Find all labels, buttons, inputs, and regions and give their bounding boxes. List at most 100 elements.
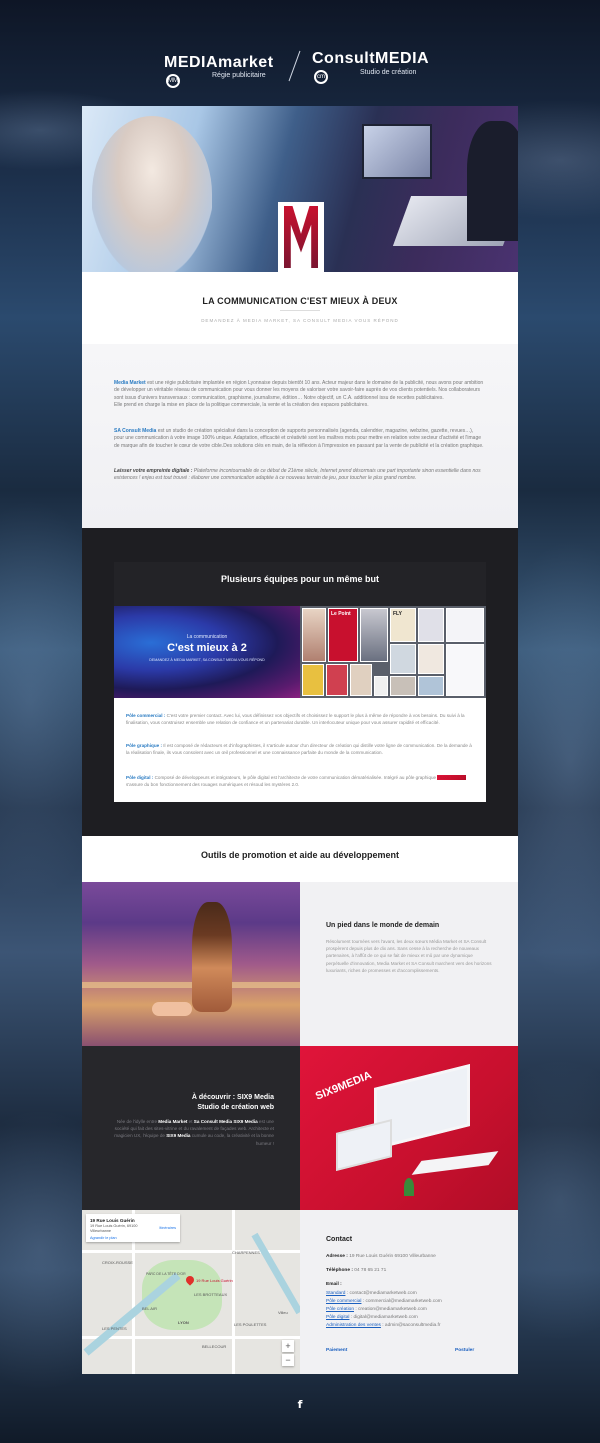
six9-devices-image: SIX9MEDIA (300, 1046, 518, 1210)
mediamarket-logo[interactable]: MEDIAmarket MM Régie publicitaire (164, 54, 284, 88)
photo-hand (152, 1002, 192, 1016)
payment-link[interactable]: Paiement (326, 1348, 347, 1353)
email-creation[interactable]: Pôle création : creation@mediamarketweb.… (326, 1307, 427, 1312)
pole-graphique-label: Pôle graphique : (126, 743, 162, 748)
banner-small-text: La communication (186, 634, 228, 640)
teams-title: Plusieurs équipes pour un même but (220, 574, 380, 584)
title-underline (280, 310, 320, 311)
map-label: BEL AIR (142, 1306, 157, 1311)
future-block: Un pied dans le monde de demain Résolume… (300, 882, 518, 1046)
pole-digital: Pôle digital : Composé de développeurs e… (126, 775, 467, 788)
magazine-title: FLY (393, 611, 402, 617)
magazine-cover (302, 664, 324, 696)
consultmedia-logo[interactable]: ConsultMEDIA cm Studio de création (312, 50, 442, 84)
map-label: CHARPENNES (232, 1250, 260, 1255)
hero-image (82, 106, 518, 272)
map-address: 19 Rue Louis Guérin, 69100 Villeurbanne (90, 1224, 138, 1233)
map-enlarge-link[interactable]: Agrandir le plan (90, 1236, 117, 1240)
six9-logo: SIX9MEDIA (313, 1069, 374, 1103)
contact-email-label: Email : (326, 1282, 342, 1287)
intro-subtitle: DEMANDEZ À MEDIA MARKET, SA CONSULT MEDI… (201, 318, 399, 323)
magazine-cover (390, 676, 416, 696)
magazine-cover (326, 664, 348, 696)
keyboard-illustration (411, 1151, 499, 1175)
pole-digital-label: Pôle digital : (126, 775, 154, 780)
apply-link[interactable]: Postuler (455, 1348, 474, 1353)
map-label: LYON (178, 1320, 189, 1325)
map-embed[interactable]: 19 Rue Louis Guérin 19 Rue Louis Guérin,… (82, 1210, 300, 1374)
magazine-cover (418, 644, 444, 674)
future-text: Résolument tournées vers l'avant, les de… (326, 939, 492, 973)
six9-title: À découvrir : SIX9 Media (191, 1094, 274, 1101)
promo-title: Outils de promotion et aide au développe… (200, 850, 400, 860)
magazine-cover (418, 608, 444, 642)
zoom-in-button[interactable]: + (282, 1340, 294, 1352)
six9-subtitle: Studio de création web (197, 1104, 274, 1111)
plant-illustration (404, 1178, 414, 1196)
photo-railing (82, 982, 300, 988)
intro-paragraph-consultmedia: SA Consult Media est un studio de créati… (114, 428, 484, 449)
consultmedia-tagline: Studio de création (360, 69, 417, 76)
intro-section: LA COMMUNICATION C'EST MIEUX À DEUX DEMA… (82, 272, 518, 528)
map-label: PARC DE LA TÊTE D'OR (146, 1272, 186, 1276)
contact-title: Contact (326, 1236, 353, 1243)
map-directions-link[interactable]: Itinéraires (159, 1226, 176, 1230)
contact-block: Contact Adresse : 19 Rue Louis Guérin 69… (300, 1210, 518, 1374)
travel-photo (82, 882, 300, 1046)
banner-big-text: C'est mieux à 2 (167, 642, 247, 654)
email-digital[interactable]: Pôle digital : digital@mediamarketweb.co… (326, 1315, 418, 1320)
email-standard[interactable]: Standard : contact@mediamarketweb.com (326, 1291, 417, 1296)
magazine-cover (374, 676, 388, 696)
future-title: Un pied dans le monde de demain (326, 922, 440, 929)
photo-girl (192, 902, 232, 1012)
contact-phone: Téléphone : 04 78 65 21 71 (326, 1268, 387, 1273)
magazine-cover (446, 608, 484, 642)
map-label: BELLECOUR (202, 1344, 227, 1349)
consultmedia-logo-text: ConsultMEDIA (312, 50, 430, 67)
magazine-cover: FLY (390, 608, 416, 642)
map-label: CROIX-ROUSSE (102, 1260, 133, 1265)
mediamarket-logo-icon: MM (166, 73, 180, 88)
magazine-cover (390, 644, 416, 674)
intro-paragraph-digital: Laisser votre empreinte digitale : Plate… (114, 468, 481, 482)
email-administration[interactable]: Administration des ventes : admin@sacons… (326, 1323, 440, 1328)
magazine-cover: Le Point (328, 608, 358, 662)
promo-header: Outils de promotion et aide au développe… (82, 836, 518, 882)
map-label: LES BROTTEAUX (194, 1292, 228, 1297)
communication-banner: La communication C'est mieux à 2 DEMANDE… (114, 606, 300, 698)
digital-lead: Laisser votre empreinte digitale : (114, 468, 193, 474)
map-river (251, 1232, 300, 1315)
map-place-name: 19 Rue Louis Guérin (90, 1218, 135, 1223)
mediamarket-tagline: Régie publicitaire (212, 72, 266, 79)
pole-commercial: Pôle commercial : C'est votre premier co… (126, 713, 465, 726)
banner-tagline: DEMANDEZ À MEDIA MARKET, SA CONSULT MEDI… (149, 658, 265, 662)
six9-text: Née de l'idylle entre Media Market et Sa… (114, 1119, 274, 1146)
map-info-card: 19 Rue Louis Guérin 19 Rue Louis Guérin,… (86, 1214, 180, 1242)
contact-address: Adresse : 19 Rue Louis Guérin 69100 Vill… (326, 1254, 436, 1259)
magazine-cover (350, 664, 372, 696)
hero-person (467, 121, 518, 241)
brand-mediamarket: Media Market (114, 380, 146, 386)
map-label: LES POULETTES (234, 1322, 267, 1327)
magazines-collage: Le Point FLY (300, 606, 486, 698)
zoom-out-button[interactable]: − (282, 1354, 294, 1366)
brand-consultmedia: SA Consult Media (114, 428, 157, 434)
intro-paragraph-mediamarket: Media Market est une régie publicitaire … (114, 380, 484, 409)
hero-screen (362, 124, 432, 179)
hero-woman-headset (92, 116, 212, 272)
magazine-cover (302, 608, 326, 662)
pole-graphique: Pôle graphique : Il est composé de rédac… (126, 743, 472, 756)
laptop-illustration (336, 1119, 392, 1171)
map-label: LES PENTES (102, 1326, 127, 1331)
map-pin-label: 19 Rue Louis Guérin (196, 1278, 233, 1283)
pole-commercial-label: Pôle commercial : (126, 713, 166, 718)
email-commercial[interactable]: Pôle commercial : commercial@mediamarket… (326, 1299, 442, 1304)
consultmedia-logo-icon: cm (314, 69, 328, 84)
facebook-icon[interactable]: f (294, 1398, 306, 1412)
magazine-cover (418, 676, 444, 696)
hero-m-logo (278, 202, 324, 272)
mediamarket-logo-text: MEDIAmarket (164, 54, 274, 71)
magazine-title: Le Point (331, 611, 351, 617)
teams-card-header: Plusieurs équipes pour un même but (114, 562, 486, 606)
six9-highlight: "SIX9 Média" (437, 775, 467, 780)
